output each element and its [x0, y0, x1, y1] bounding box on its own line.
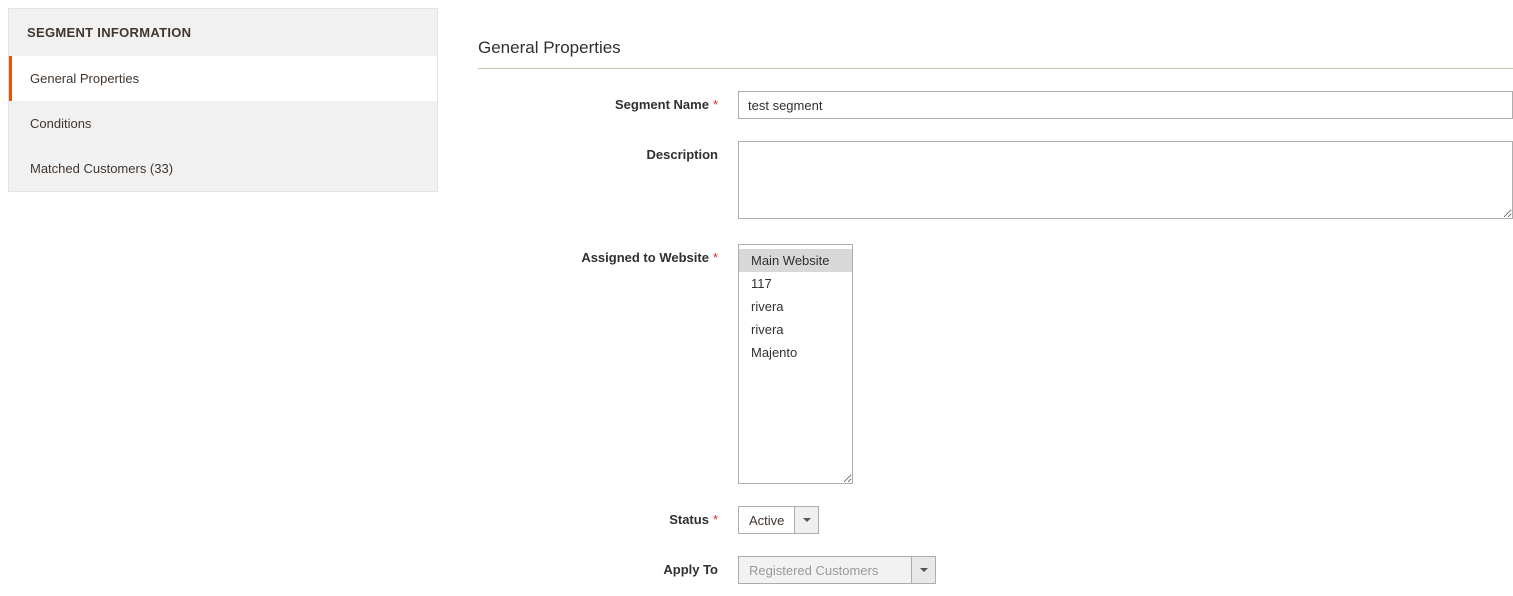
- label-description-text: Description: [646, 147, 718, 162]
- main-panel: General Properties Segment Name * Descrip…: [438, 8, 1513, 584]
- label-apply-to: Apply To: [478, 556, 738, 577]
- row-segment-name: Segment Name *: [478, 91, 1513, 119]
- sidebar-item-general-properties[interactable]: General Properties: [9, 56, 437, 101]
- sidebar: SEGMENT INFORMATION General Properties C…: [8, 8, 438, 192]
- required-asterisk: *: [713, 512, 718, 527]
- chevron-down-icon: [803, 518, 811, 522]
- row-apply-to: Apply To Registered Customers: [478, 556, 1513, 584]
- sidebar-item-matched-customers[interactable]: Matched Customers (33): [9, 146, 437, 191]
- label-segment-name-text: Segment Name: [615, 97, 709, 112]
- apply-to-select-button: [911, 557, 935, 583]
- label-assigned-to-website-text: Assigned to Website: [581, 250, 709, 265]
- section-title: General Properties: [478, 38, 1513, 69]
- label-assigned-to-website: Assigned to Website *: [478, 244, 738, 265]
- description-textarea[interactable]: [738, 141, 1513, 219]
- label-segment-name: Segment Name *: [478, 91, 738, 112]
- sidebar-item-conditions[interactable]: Conditions: [9, 101, 437, 146]
- label-status: Status *: [478, 506, 738, 527]
- website-option-117[interactable]: 117: [739, 272, 852, 295]
- chevron-down-icon: [920, 568, 928, 572]
- segment-name-input[interactable]: [738, 91, 1513, 119]
- row-status: Status * Active: [478, 506, 1513, 534]
- label-description: Description: [478, 141, 738, 162]
- label-status-text: Status: [669, 512, 709, 527]
- row-description: Description: [478, 141, 1513, 222]
- website-option-main-website[interactable]: Main Website: [739, 249, 852, 272]
- sidebar-header: SEGMENT INFORMATION: [9, 9, 437, 56]
- status-select-button[interactable]: [794, 507, 818, 533]
- website-option-rivera-1[interactable]: rivera: [739, 295, 852, 318]
- status-select[interactable]: Active: [738, 506, 819, 534]
- apply-to-select-value: Registered Customers: [739, 557, 911, 583]
- status-select-value: Active: [739, 507, 794, 533]
- label-apply-to-text: Apply To: [663, 562, 718, 577]
- required-asterisk: *: [713, 97, 718, 112]
- row-assigned-to-website: Assigned to Website * Main Website 117 ri…: [478, 244, 1513, 484]
- website-option-rivera-2[interactable]: rivera: [739, 318, 852, 341]
- assigned-to-website-multiselect[interactable]: Main Website 117 rivera rivera Majento: [738, 244, 853, 484]
- required-asterisk: *: [713, 250, 718, 265]
- website-option-majento[interactable]: Majento: [739, 341, 852, 364]
- apply-to-select: Registered Customers: [738, 556, 936, 584]
